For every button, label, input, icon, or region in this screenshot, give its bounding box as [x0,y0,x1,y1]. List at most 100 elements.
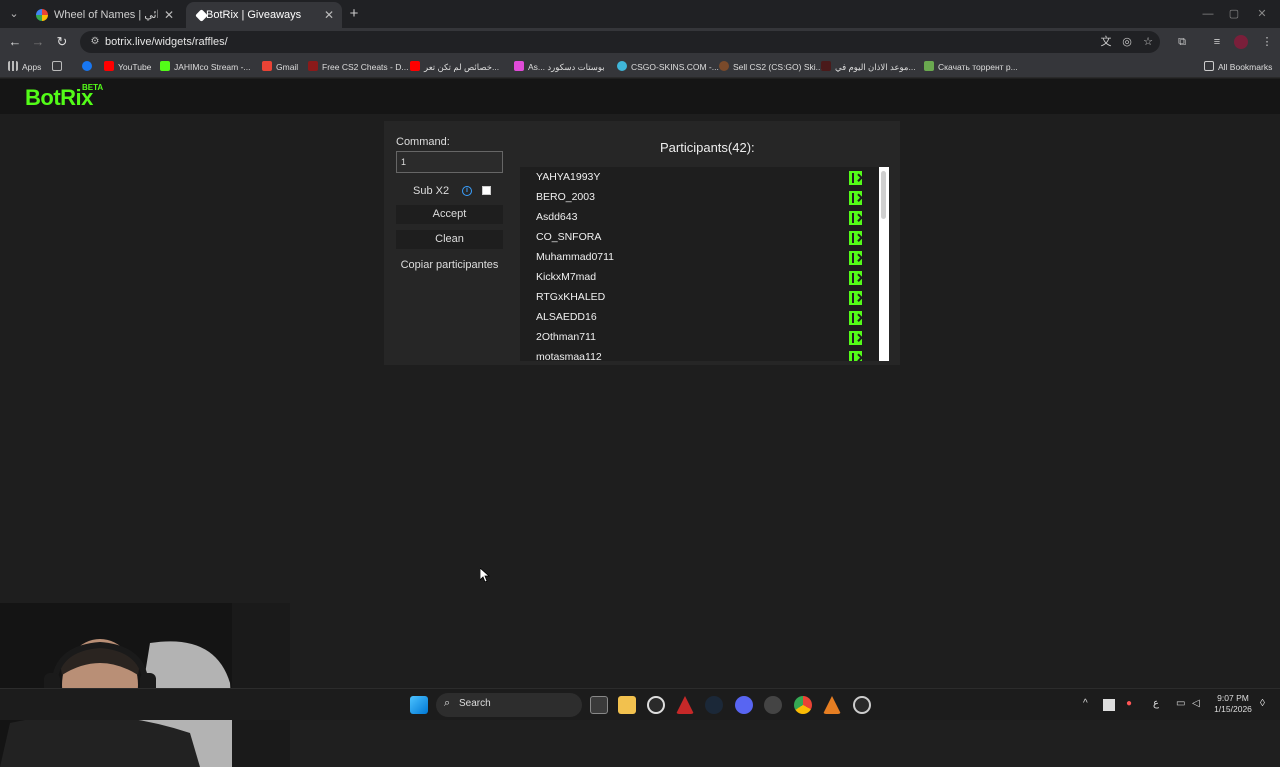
kick-tray-icon[interactable] [1103,699,1115,711]
bookmark-apps[interactable]: Apps [8,56,41,78]
participant-name: KickxM7mad [536,271,597,283]
beta-badge: BETA [82,83,104,92]
bookmark-torrent[interactable]: Скачать торрент р... [924,56,1018,78]
input-language[interactable]: ع [1153,698,1159,709]
url-text: botrix.live/widgets/raffles/ [105,36,228,48]
kick-platform-icon [849,191,862,205]
translate-icon[interactable]: 文 [1098,34,1114,50]
accept-button[interactable]: Accept [396,205,503,224]
media-controls-icon[interactable]: ≡ [1209,34,1225,50]
task-view-icon[interactable] [590,696,608,714]
bookmark-youtube-arabic[interactable]: خصائص لم تكن تعر... [410,56,499,78]
volume-icon[interactable]: ◁ [1192,698,1200,709]
maximize-button[interactable]: ▢ [1222,4,1246,24]
chrome-icon[interactable] [794,696,812,714]
grid-icon [52,61,62,71]
participants-list[interactable]: YAHYA1993Y BERO_2003 Asdd643 CO_SNFORA Muham… [520,167,889,361]
scrollbar-thumb[interactable] [881,171,886,219]
bookmark-label: All Bookmarks [1218,62,1273,72]
participant-row: YAHYA1993Y [520,168,862,188]
eye-off-icon[interactable]: ◎ [1119,34,1135,50]
bookmark-sell-cs2[interactable]: Sell CS2 (CS:GO) Ski... [719,56,823,78]
participant-row: motasmaa112 [520,348,862,361]
bookmark-discord-posts[interactable]: As... بوستات دسكورد [514,56,605,78]
minimize-button[interactable]: — [1196,4,1220,24]
tab-close-icon[interactable]: ✕ [162,2,176,28]
kick-icon [160,61,170,71]
participant-name: ALSAEDD16 [536,311,597,323]
extensions-icon[interactable]: ⧉ [1174,34,1190,50]
bookmark-prayer-times[interactable]: موعد الاذان اليوم في... [821,56,916,78]
tab-strip: ⌄ Wheel of Names | اسم العشوائي ✕ BotRix… [0,0,1280,28]
info-icon[interactable]: i [462,186,472,196]
obs-icon[interactable] [764,696,782,714]
gmail-icon [262,61,272,71]
start-windows-icon[interactable] [410,696,428,714]
all-bookmarks[interactable]: All Bookmarks [1204,56,1272,78]
participant-name: BERO_2003 [536,191,595,203]
command-input[interactable] [396,151,503,173]
adobe-app-icon[interactable] [676,696,694,714]
taskbar-clock[interactable]: 9:07 PM 1/15/2026 [1212,693,1254,715]
tab-botrix-giveaways[interactable]: BotRix | Giveaways ✕ [186,2,342,28]
bookmark-youtube[interactable]: YouTube [104,56,151,78]
site-info-icon[interactable]: ⚙ [88,35,102,49]
kick-platform-icon [849,171,862,185]
new-tab-button[interactable]: + [344,4,364,24]
kick-platform-icon [849,211,862,225]
bookmark-cs2-cheats[interactable]: Free CS2 Cheats - D... [308,56,408,78]
bookmark-label: Free CS2 Cheats - D... [322,62,409,72]
raffle-widget: Command: Sub X2 i Accept Clean Copiar pa… [384,121,900,365]
bookmark-gmail[interactable]: Gmail [262,56,298,78]
back-button[interactable]: ← [5,32,25,52]
bookmark-jahimco[interactable]: JAHIMco Stream -... [160,56,251,78]
participant-row: RTGxKHALED [520,288,862,308]
vlc-icon[interactable] [823,696,841,714]
notification-bell-icon[interactable]: ◊ [1260,698,1265,709]
settings-gear-icon[interactable] [853,696,871,714]
reload-button[interactable]: ↻ [52,32,72,52]
copy-participants-button[interactable]: Copiar participantes [396,256,503,275]
bookmark-csgo-skins[interactable]: CSGO-SKINS.COM -... [617,56,719,78]
discord-icon[interactable] [735,696,753,714]
tab-wheel-of-names[interactable]: Wheel of Names | اسم العشوائي ✕ [26,2,182,28]
bookmark-star-icon[interactable]: ☆ [1140,34,1156,50]
webcam-person-image [0,603,290,767]
scrollbar[interactable] [879,167,889,361]
close-window-button[interactable]: ✕ [1250,4,1274,24]
participant-row: 2Othman711 [520,328,862,348]
steam-icon[interactable] [705,696,723,714]
participant-row: CO_SNFORA [520,228,862,248]
webcam-overlay [0,603,290,767]
clean-button[interactable]: Clean [396,230,503,249]
kick-platform-icon [849,251,862,265]
participant-row: ALSAEDD16 [520,308,862,328]
bookmark-label: Apps [22,62,42,72]
file-explorer-icon[interactable] [618,696,636,714]
kick-platform-icon [849,351,862,361]
bookmark-facebook[interactable] [82,56,96,78]
bookmark-label: CSGO-SKINS.COM -... [631,62,719,72]
tray-overflow-icon[interactable]: ^ [1083,698,1088,709]
kick-platform-icon [849,291,862,305]
sub-x2-checkbox[interactable] [482,186,491,195]
menu-kebab-icon[interactable]: ⋮ [1259,34,1275,50]
site-icon [821,61,831,71]
bookmark-label: As... بوستات دسكورد [528,62,605,72]
bookmark-grid[interactable] [52,56,66,78]
logitech-g-icon[interactable] [647,696,665,714]
facebook-icon [82,61,92,71]
tab-search-button[interactable]: ⌄ [4,4,24,24]
sub-x2-row: Sub X2 i [396,183,503,199]
site-icon [308,61,318,71]
network-icon[interactable]: ▭ [1176,698,1185,709]
tab-close-icon[interactable]: ✕ [322,2,336,28]
forward-button[interactable]: → [28,32,48,52]
profile-avatar[interactable] [1234,35,1248,49]
participant-row: KickxM7mad [520,268,862,288]
microphone-icon[interactable]: ● [1126,698,1132,709]
participant-name: RTGxKHALED [536,291,606,303]
taskbar-search[interactable]: ⌕ Search [436,693,582,717]
address-bar[interactable]: ⚙ botrix.live/widgets/raffles/ [80,31,1160,53]
participants-title: Participants(42): [660,140,755,155]
